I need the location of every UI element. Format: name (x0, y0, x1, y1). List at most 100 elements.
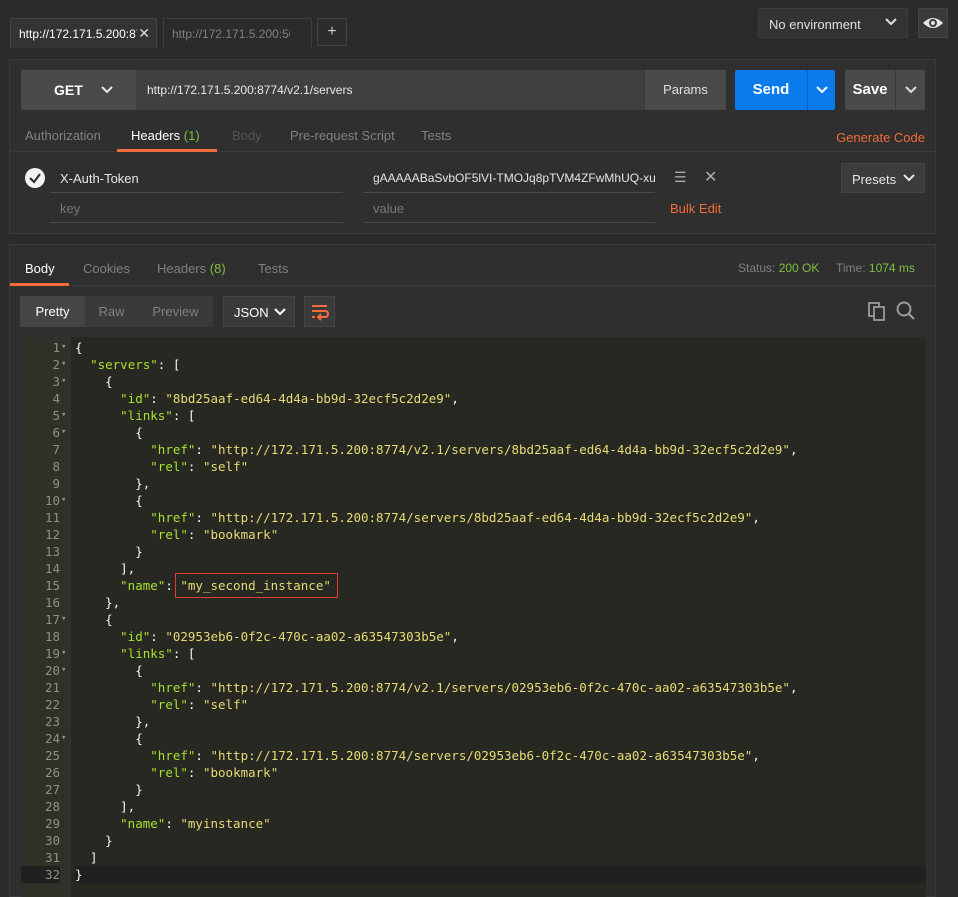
code-text: "href": "http://172.171.5.200:8774/v2.1/… (150, 680, 798, 695)
new-header-key-field[interactable]: key (50, 194, 343, 223)
save-button[interactable]: Save (845, 70, 895, 110)
fold-toggle-icon[interactable]: ▾ (61, 611, 71, 628)
code-text: "href": "http://172.171.5.200:8774/serve… (150, 510, 760, 525)
code-line: 9 }, (21, 475, 926, 492)
code-line: 15 "name": "my_second_instance" (21, 577, 926, 594)
line-number: 25 (44, 748, 60, 763)
format-preview-button[interactable]: Preview (138, 296, 213, 327)
tab-headers-label: Headers (131, 128, 181, 143)
eye-icon (923, 18, 943, 28)
format-mode-group: Pretty Raw Preview (20, 296, 213, 327)
presets-dropdown[interactable]: Presets (841, 163, 925, 193)
fold-toggle-icon[interactable]: ▾ (61, 645, 71, 662)
generate-code-link[interactable]: Generate Code (836, 130, 925, 145)
send-options-button[interactable] (807, 70, 835, 110)
fold-toggle-icon[interactable]: ▾ (61, 339, 71, 356)
code-line: 11 "href": "http://172.171.5.200:8774/se… (21, 509, 926, 526)
format-raw-button[interactable]: Raw (85, 296, 138, 327)
header-key-field[interactable]: X-Auth-Token (50, 164, 343, 193)
language-select[interactable]: JSON (223, 296, 295, 327)
tab-response-headers-label: Headers (157, 261, 207, 276)
code-line: 22 "rel": "self" (21, 696, 926, 713)
code-line: 13 } (21, 543, 926, 560)
code-text: "servers": [ (90, 357, 181, 372)
drag-handle-icon[interactable]: ☰ (674, 169, 687, 186)
code-line: 18 "id": "02953eb6-0f2c-470c-aa02-a63547… (21, 628, 926, 645)
search-icon[interactable] (896, 301, 916, 321)
line-number: 16 (44, 595, 60, 610)
tab-response-body[interactable]: Body (25, 261, 55, 276)
tab-response-tests[interactable]: Tests (258, 261, 288, 276)
active-tab-indicator (117, 149, 217, 152)
time-label: Time: (836, 261, 866, 275)
code-line: 4 "id": "8bd25aaf-ed64-4d4a-bb9d-32ecf5c… (21, 390, 926, 407)
bulk-edit-link[interactable]: Bulk Edit (670, 201, 721, 216)
code-text: "rel": "bookmark" (150, 765, 279, 780)
environment-quick-look-button[interactable] (918, 8, 948, 38)
line-number: 32 (21, 866, 60, 883)
code-text: "rel": "self" (150, 697, 249, 712)
code-text: "name": "myinstance" (120, 816, 271, 831)
delete-header-icon[interactable]: ✕ (704, 167, 717, 187)
response-body-editor[interactable]: 1 ▾{2 ▾ "servers": [3 ▾ {4 "id": "8bd25aaf-… (21, 337, 926, 897)
header-enabled-checkbox[interactable] (25, 168, 45, 188)
url-input[interactable]: http://172.171.5.200:8774/v2.1/servers (136, 70, 644, 110)
line-number: 30 (44, 833, 60, 848)
presets-label: Presets (852, 172, 897, 187)
line-number: 8 (52, 459, 60, 474)
copy-icon[interactable] (868, 302, 886, 322)
line-number: 17 (44, 612, 60, 627)
new-header-value-field[interactable]: value (363, 194, 655, 223)
code-text: }, (75, 714, 151, 729)
headers-count: (1) (183, 128, 200, 143)
line-number: 6 (52, 425, 60, 440)
code-text: { (75, 425, 143, 440)
tab-response-headers[interactable]: Headers (8) (157, 261, 226, 276)
chevron-down-icon (815, 86, 828, 94)
fold-toggle-icon[interactable]: ▾ (61, 730, 71, 747)
tab-body[interactable]: Body (232, 128, 262, 143)
fold-toggle-icon[interactable]: ▾ (61, 356, 71, 373)
close-tab-icon[interactable]: ✕ (138, 25, 150, 42)
wrap-lines-button[interactable] (304, 296, 335, 327)
request-tab-active[interactable]: http://172.171.5.200:8774/v2.1/servers ✕ (10, 18, 157, 48)
tab-response-cookies[interactable]: Cookies (83, 261, 130, 276)
code-line: 28 ], (21, 798, 926, 815)
format-pretty-button[interactable]: Pretty (20, 296, 85, 327)
code-line: 17 ▾ { (21, 611, 926, 628)
add-tab-button[interactable]: + (317, 18, 347, 46)
code-line: 1 ▾ { (21, 339, 926, 356)
code-text: }, (75, 476, 151, 491)
tab-authorization[interactable]: Authorization (25, 128, 101, 143)
save-options-button[interactable] (895, 70, 925, 110)
method-select[interactable]: GET (21, 70, 136, 110)
line-number: 23 (44, 714, 60, 729)
fold-toggle-icon[interactable]: ▾ (61, 662, 71, 679)
request-tab-inactive[interactable]: http://172.171.5.200:5000/v3/auth/tokens (163, 18, 312, 48)
params-button[interactable]: Params (644, 70, 726, 110)
line-number: 3 (52, 374, 60, 389)
code-text: } (75, 782, 143, 797)
fold-toggle-icon[interactable]: ▾ (61, 424, 71, 441)
code-text: ], (75, 799, 136, 814)
code-line: 25 "href": "http://172.171.5.200:8774/se… (21, 747, 926, 764)
fold-toggle-icon[interactable]: ▾ (61, 407, 71, 424)
code-text: "id": "02953eb6-0f2c-470c-aa02-a63547303… (120, 629, 459, 644)
send-button[interactable]: Send (735, 70, 807, 110)
code-line: 12 "rel": "bookmark" (21, 526, 926, 543)
line-number: 19 (44, 646, 60, 661)
tab-tests[interactable]: Tests (421, 128, 451, 143)
code-line: 10 ▾ { (21, 492, 926, 509)
environment-select[interactable]: No environment (758, 8, 908, 38)
code-text: "links": [ (120, 646, 196, 661)
tab-headers[interactable]: Headers (1) (131, 128, 200, 143)
fold-toggle-icon[interactable]: ▾ (61, 373, 71, 390)
code-line: 16 }, (21, 594, 926, 611)
fold-toggle-icon[interactable]: ▾ (61, 492, 71, 509)
line-number: 18 (44, 629, 60, 644)
line-number: 22 (44, 697, 60, 712)
header-value-field[interactable]: gAAAAABaSvbOF5lVI-TMOJq8pTVM4ZFwMhUQ-xu (363, 164, 655, 193)
line-number: 11 (44, 510, 60, 525)
request-panel: GET http://172.171.5.200:8774/v2.1/serve… (9, 59, 936, 234)
tab-prerequest-script[interactable]: Pre-request Script (290, 128, 395, 143)
